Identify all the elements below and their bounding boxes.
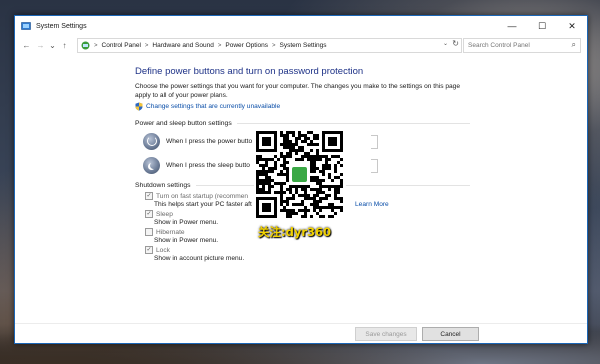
sleep-checkbox[interactable]: ✓	[145, 210, 153, 218]
close-button[interactable]: ✕	[557, 16, 587, 36]
lock-checkbox[interactable]: ✓	[145, 246, 153, 254]
forward-arrow-icon[interactable]: →	[35, 41, 46, 50]
breadcrumb-control-panel[interactable]: Control Panel	[102, 42, 141, 49]
qr-code-watermark	[254, 129, 346, 219]
control-panel-location-icon	[81, 41, 90, 50]
breadcrumb-power-options[interactable]: Power Options	[225, 42, 268, 49]
control-panel-icon	[21, 22, 31, 30]
fast-startup-label: Turn on fast startup (recommen	[156, 192, 249, 200]
hibernate-label: Hibernate	[156, 228, 185, 236]
lock-option: ✓ Lock Show in account picture menu.	[135, 246, 470, 262]
search-input[interactable]	[468, 42, 564, 49]
maximize-button[interactable]: ☐	[527, 16, 557, 36]
power-button-action-dropdown[interactable]	[371, 135, 378, 149]
title-bar[interactable]: System Settings — ☐ ✕	[15, 16, 587, 36]
breadcrumb-separator[interactable]: >	[145, 43, 149, 49]
footer-divider	[15, 323, 587, 324]
breadcrumb-hardware-and-sound[interactable]: Hardware and Sound	[152, 42, 213, 49]
learn-more-link[interactable]: Learn More	[355, 201, 389, 208]
back-arrow-icon[interactable]: ←	[21, 41, 32, 50]
power-section-label: Power and sleep button settings	[135, 120, 232, 127]
address-bar[interactable]: > Control Panel > Hardware and Sound > P…	[77, 38, 462, 53]
power-button-icon	[143, 132, 160, 150]
page-description: Choose the power settings that you want …	[135, 83, 460, 99]
address-row: ← → ⌄ ↑ > Control Panel > Hardware and S…	[15, 36, 587, 54]
minimize-button[interactable]: —	[497, 16, 527, 36]
shutdown-section-label: Shutdown settings	[135, 182, 191, 189]
breadcrumb-separator[interactable]: >	[272, 43, 276, 49]
lock-label: Lock	[156, 246, 170, 254]
up-arrow-icon[interactable]: ↑	[59, 41, 70, 50]
breadcrumb-separator[interactable]: >	[218, 43, 222, 49]
fast-startup-description-text: This helps start your PC faster aft	[154, 201, 252, 208]
address-dropdown-chevron-icon[interactable]: ⌄	[443, 40, 448, 47]
qr-code-image	[256, 131, 343, 218]
refresh-icon[interactable]: ↻	[452, 39, 459, 48]
change-settings-row[interactable]: Change settings that are currently unava…	[135, 102, 470, 111]
sleep-button-label: When I press the sleep butto	[166, 161, 250, 169]
sleep-label: Sleep	[156, 210, 173, 218]
fast-startup-checkbox[interactable]: ✓	[145, 192, 153, 200]
search-box[interactable]: ⌕	[463, 38, 581, 53]
search-icon[interactable]: ⌕	[572, 40, 576, 50]
uac-shield-icon	[135, 102, 143, 111]
cancel-button[interactable]: Cancel	[422, 327, 479, 341]
sleep-button-action-dropdown[interactable]	[371, 159, 378, 173]
sleep-button-moon-icon	[143, 156, 160, 174]
breadcrumb-system-settings[interactable]: System Settings	[280, 42, 327, 49]
power-section-title: Power and sleep button settings	[135, 120, 470, 127]
page-heading: Define power buttons and turn on passwor…	[135, 66, 364, 77]
watermark-text: 关注:dyr360	[258, 225, 332, 239]
section-divider	[236, 123, 470, 124]
breadcrumb-separator: >	[94, 42, 98, 49]
lock-description: Show in account picture menu.	[154, 255, 245, 262]
save-changes-button[interactable]: Save changes	[355, 327, 417, 341]
recent-locations-chevron-icon[interactable]: ⌄	[47, 41, 58, 50]
window-title: System Settings	[36, 22, 87, 30]
change-settings-link[interactable]: Change settings that are currently unava…	[146, 103, 280, 110]
hibernate-checkbox[interactable]	[145, 228, 153, 236]
power-button-label: When I press the power butto	[166, 137, 253, 145]
